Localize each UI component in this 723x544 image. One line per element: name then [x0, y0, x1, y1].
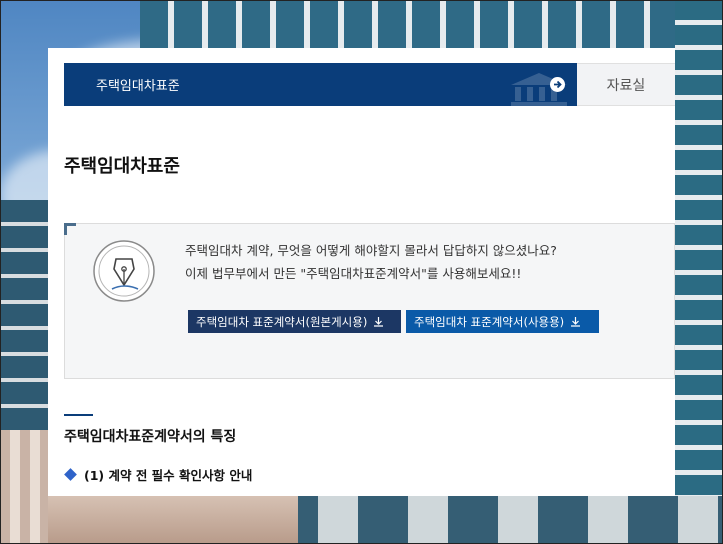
- corner-decoration: [64, 223, 76, 235]
- menu-archive-label: 자료실: [606, 77, 646, 94]
- info-text-line1: 주택임대차 계약, 무엇을 어떻게 해야할지 몰라서 답답하지 않으셨나요?: [185, 243, 557, 258]
- content-panel: 주택임대차표준 자료실 주택임대차표준 주택임대차 계약, 무엇을 어떻게 해야…: [48, 48, 675, 496]
- menu-archive[interactable]: 자료실: [577, 63, 675, 106]
- top-navigation: 주택임대차표준 자료실: [64, 63, 675, 106]
- arrow-right-icon[interactable]: [550, 77, 565, 92]
- info-text-line2: 이제 법무부에서 만든 "주택임대차표준계약서"를 사용해보세요!!: [185, 266, 522, 281]
- list-item-text: (1) 계약 전 필수 확인사항 안내: [84, 468, 253, 483]
- list-item: (1) 계약 전 필수 확인사항 안내: [64, 465, 252, 484]
- download-usage-button[interactable]: 주택임대차 표준계약서(사용용): [406, 310, 599, 333]
- download-icon: [571, 317, 581, 327]
- download-original-label: 주택임대차 표준계약서(원본게시용): [196, 314, 368, 329]
- section-accent-bar: [64, 414, 93, 416]
- section-title: 주택임대차표준계약서의 특징: [64, 429, 237, 445]
- building-top: [140, 0, 723, 48]
- download-icon: [374, 317, 384, 327]
- download-original-button[interactable]: 주택임대차 표준계약서(원본게시용): [188, 310, 401, 333]
- current-menu[interactable]: 주택임대차표준: [64, 63, 577, 106]
- building-bottom-left: [48, 496, 298, 544]
- page-title: 주택임대차표준: [64, 156, 180, 177]
- pen-nib-icon: [93, 240, 155, 302]
- building-left-lower: [0, 430, 48, 544]
- building-right: [675, 0, 723, 544]
- info-box: 주택임대차 계약, 무엇을 어떻게 해야할지 몰라서 답답하지 않으셨나요? 이…: [64, 223, 675, 379]
- download-usage-label: 주택임대차 표준계약서(사용용): [414, 314, 565, 329]
- diamond-bullet-icon: [64, 468, 77, 481]
- current-menu-label: 주택임대차표준: [96, 79, 180, 94]
